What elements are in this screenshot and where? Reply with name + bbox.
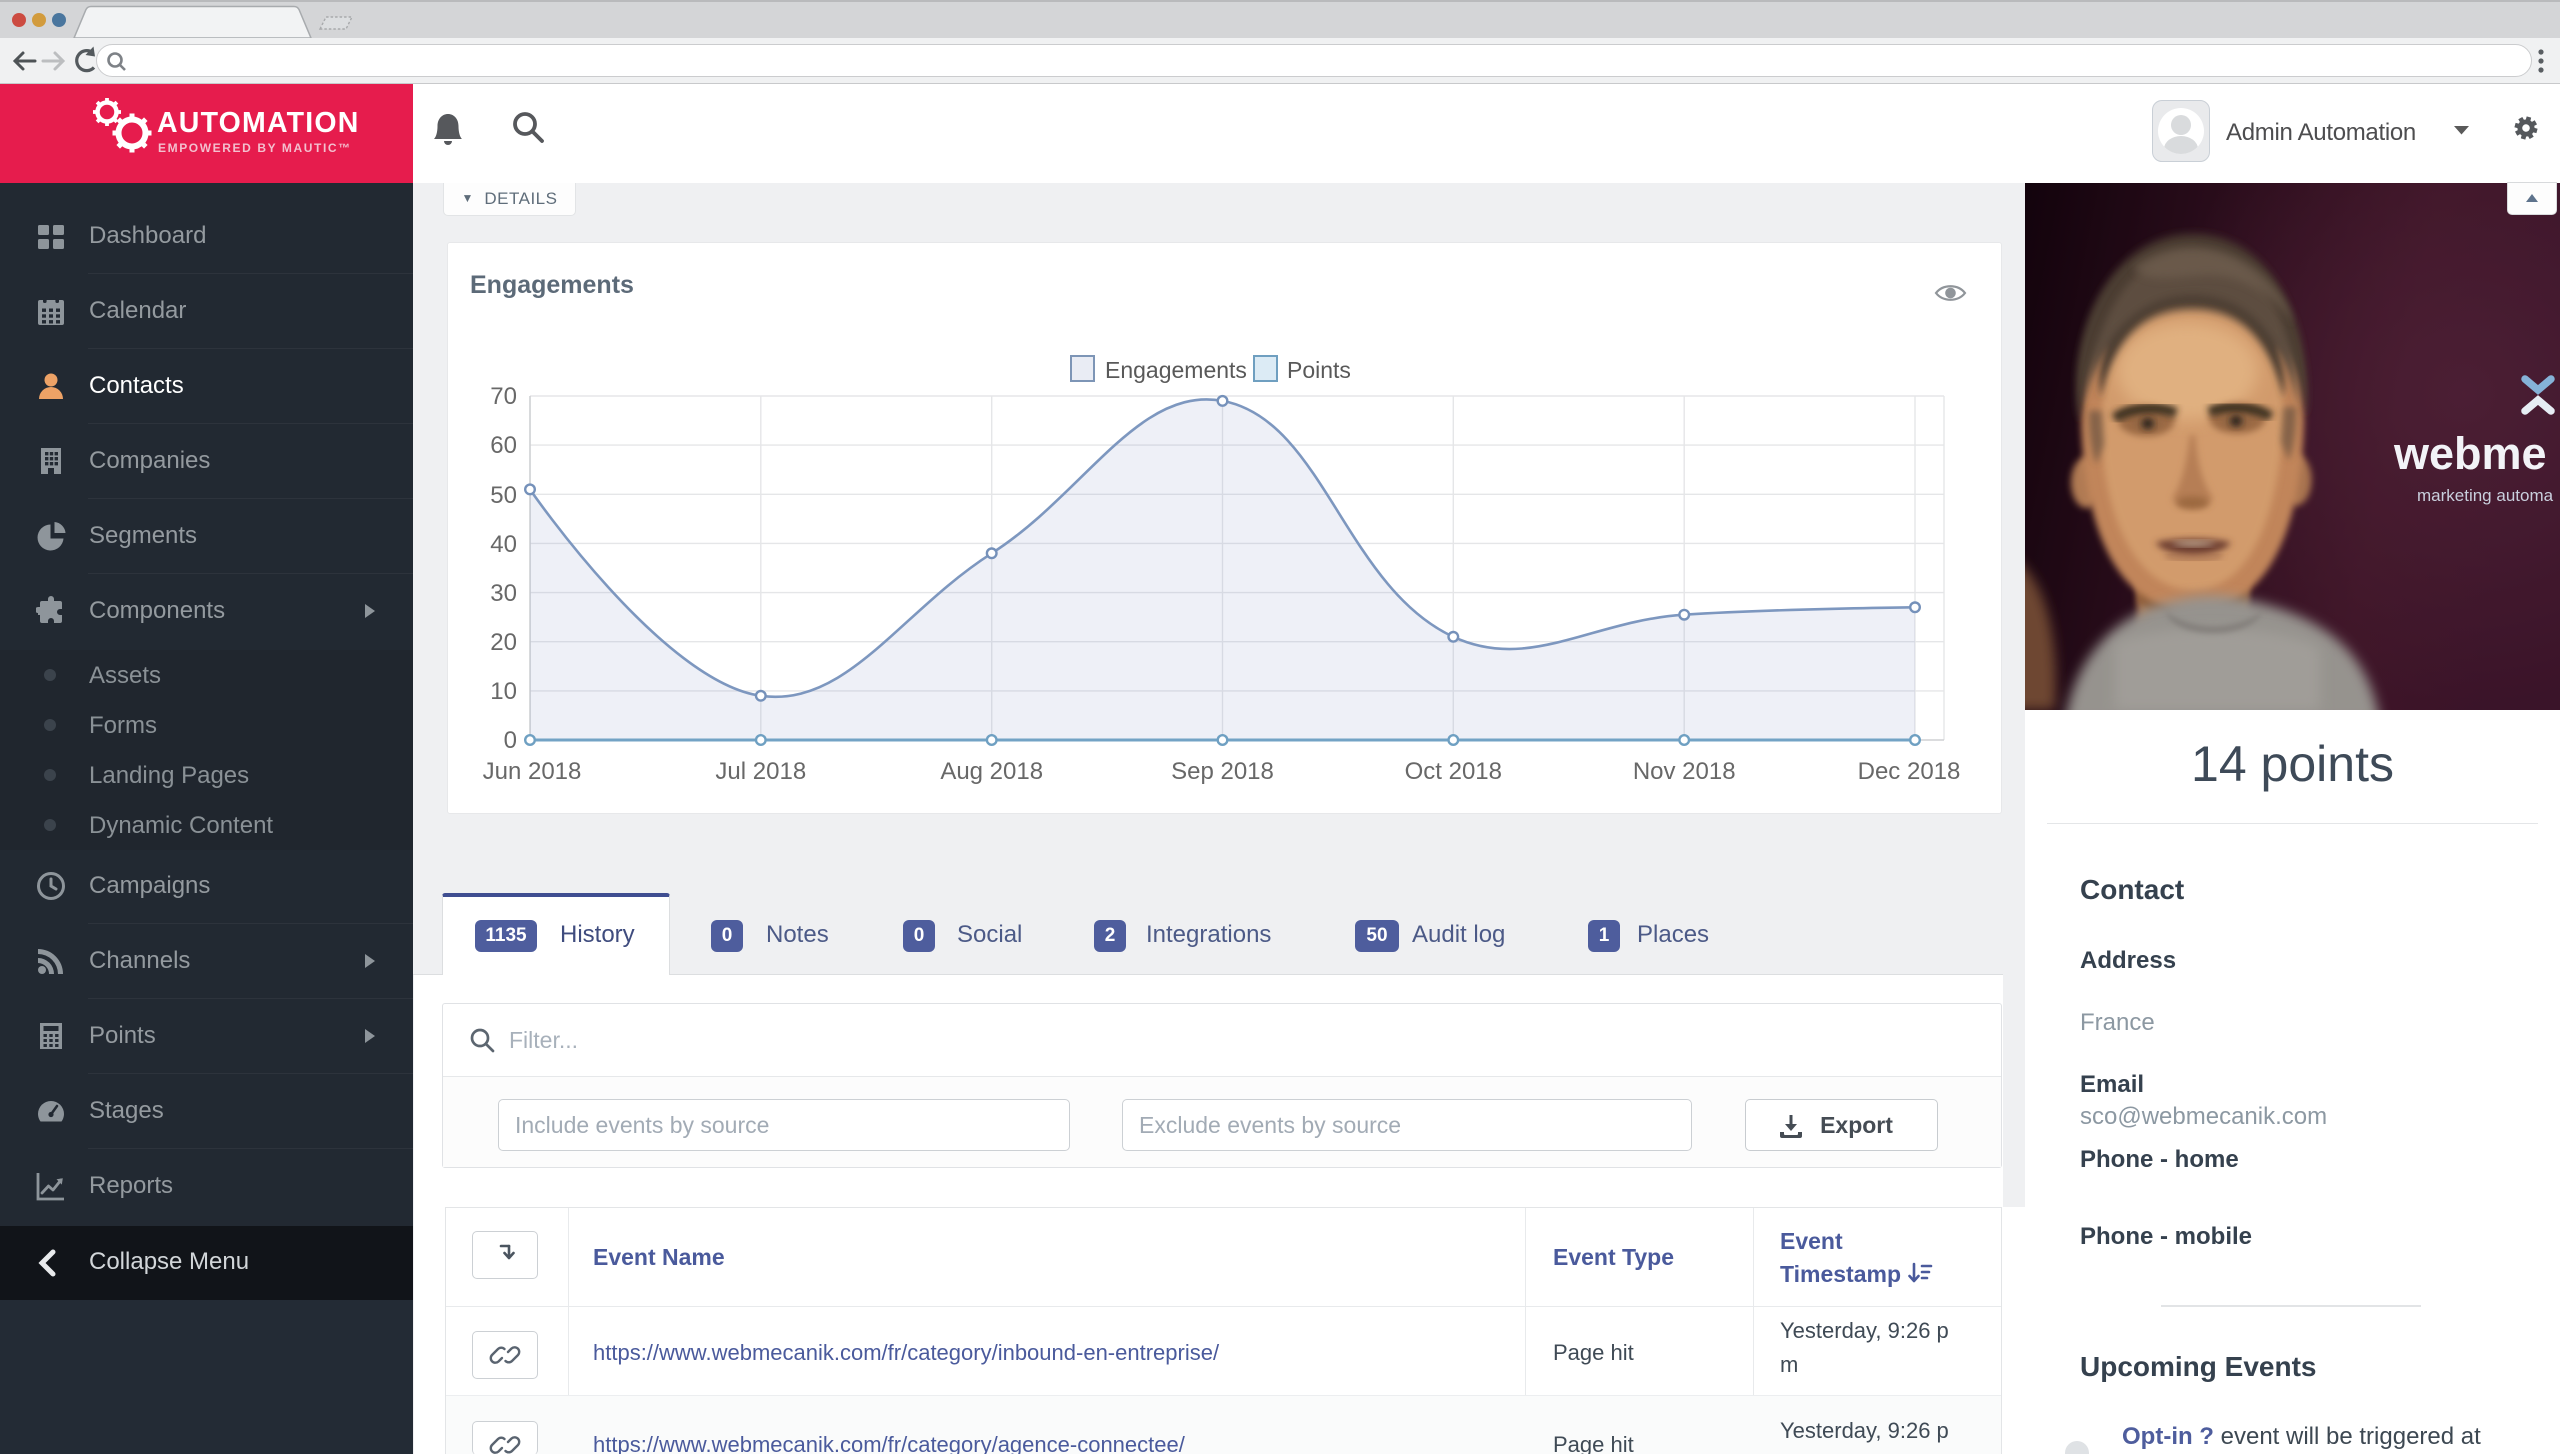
svg-text:webme: webme xyxy=(2393,428,2547,479)
svg-text:EMPOWERED BY MAUTIC™: EMPOWERED BY MAUTIC™ xyxy=(158,141,352,155)
svg-text:40: 40 xyxy=(490,531,517,558)
svg-text:AUTOMATION: AUTOMATION xyxy=(157,107,360,139)
svg-text:Dec 2018: Dec 2018 xyxy=(1858,758,1961,785)
svg-text:Sep 2018: Sep 2018 xyxy=(1171,758,1274,785)
svg-text:Aug 2018: Aug 2018 xyxy=(940,758,1043,785)
svg-text:marketing automa: marketing automa xyxy=(2417,486,2554,505)
svg-text:70: 70 xyxy=(490,383,517,410)
svg-text:Oct 2018: Oct 2018 xyxy=(1405,758,1502,785)
svg-text:Jul 2018: Jul 2018 xyxy=(715,758,806,785)
svg-text:0: 0 xyxy=(504,727,517,754)
svg-text:60: 60 xyxy=(490,432,517,459)
svg-text:10: 10 xyxy=(490,678,517,705)
svg-text:Engagements: Engagements xyxy=(1105,357,1247,383)
svg-text:50: 50 xyxy=(490,482,517,509)
svg-text:Jun 2018: Jun 2018 xyxy=(483,758,582,785)
svg-text:20: 20 xyxy=(490,629,517,656)
svg-text:Nov 2018: Nov 2018 xyxy=(1633,758,1736,785)
svg-text:Points: Points xyxy=(1287,357,1351,383)
svg-text:30: 30 xyxy=(490,580,517,607)
